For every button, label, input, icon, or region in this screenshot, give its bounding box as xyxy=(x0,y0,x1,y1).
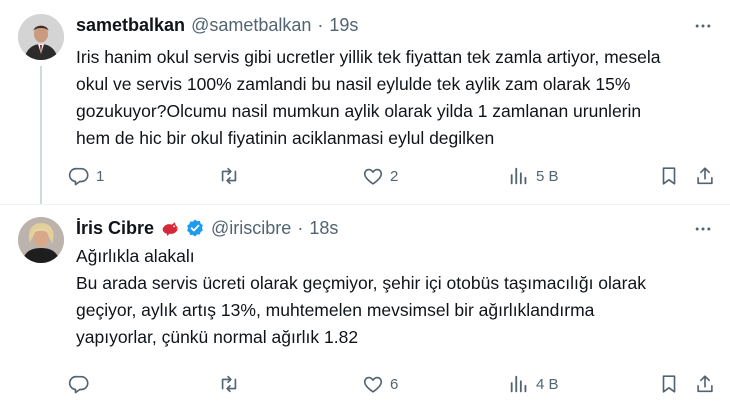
tweet-text-line: geçiyor, aylık artış 13%, muhtemelen mev… xyxy=(76,300,595,320)
handle[interactable]: @iriscibre xyxy=(211,218,291,239)
reply-button[interactable]: 1 xyxy=(68,160,104,192)
tweet-text-line: Iris hanim okul servis gibi ucretler yil… xyxy=(76,47,661,67)
timestamp[interactable]: 19s xyxy=(329,15,358,36)
bookmark-button[interactable] xyxy=(658,160,680,192)
reply-icon xyxy=(68,167,89,186)
more-icon[interactable] xyxy=(690,219,716,239)
tweet-text-line: Bu arada servis ücreti olarak geçmiyor, … xyxy=(76,273,646,293)
tweet-sametbalkan[interactable]: sametbalkan @sametbalkan · 19s Iris hani… xyxy=(0,0,730,205)
retweet-button[interactable] xyxy=(218,160,246,192)
views-icon xyxy=(510,167,527,185)
thread-connector xyxy=(40,66,42,205)
bookmark-icon xyxy=(662,167,676,185)
views-icon xyxy=(510,375,527,393)
like-button[interactable]: 6 xyxy=(362,368,398,400)
timestamp[interactable]: 18s xyxy=(309,218,338,239)
tweet-header: sametbalkan @sametbalkan · 19s xyxy=(76,14,358,36)
retweet-icon xyxy=(221,167,237,185)
tweet-text: Ağırlıkla alakalı Bu arada servis ücreti… xyxy=(76,243,726,351)
tweet-iriscibre[interactable]: İris Cibre @iriscibre · 18s Ağırlıkla al… xyxy=(0,205,730,420)
separator-dot: · xyxy=(297,217,304,238)
more-icon[interactable] xyxy=(690,16,716,36)
views-button[interactable]: 5 B xyxy=(508,160,559,192)
tweet-text-line: gozukuyor?Olcumu nasil mumkun aylik olar… xyxy=(76,101,642,121)
share-button[interactable] xyxy=(694,160,716,192)
tweet-text-line: yapıyorlar, çünkü normal ağırlık 1.82 xyxy=(76,327,359,347)
tweet-text: Iris hanim okul servis gibi ucretler yil… xyxy=(76,44,726,152)
bookmark-icon xyxy=(662,375,676,393)
views-count: 4 B xyxy=(536,375,559,393)
share-button[interactable] xyxy=(694,368,716,400)
views-button[interactable]: 4 B xyxy=(508,368,559,400)
avatar-sametbalkan[interactable] xyxy=(18,14,64,60)
share-icon xyxy=(697,375,713,393)
display-name[interactable]: İris Cibre xyxy=(76,218,154,239)
retweet-icon xyxy=(221,375,237,393)
bird-emoji-icon xyxy=(160,219,180,237)
reply-count: 1 xyxy=(96,167,105,185)
heart-icon xyxy=(363,376,383,393)
tweet-text-line: hem de hic bir okul fiyatinin aciklanmas… xyxy=(76,128,495,148)
action-bar: 1 2 5 B xyxy=(68,160,728,192)
share-icon xyxy=(697,167,713,185)
handle[interactable]: @sametbalkan xyxy=(191,15,311,36)
verified-badge-icon[interactable] xyxy=(185,218,205,238)
tweet-text-line: okul ve servis 100% zamlandi bu nasil ey… xyxy=(76,74,631,94)
tweet-text-line: Ağırlıkla alakalı xyxy=(76,246,195,266)
action-bar: 6 4 B xyxy=(68,368,728,400)
bookmark-button[interactable] xyxy=(658,368,680,400)
reply-icon xyxy=(68,375,89,394)
avatar-iriscibre[interactable] xyxy=(18,217,64,263)
display-name[interactable]: sametbalkan xyxy=(76,15,185,36)
views-count: 5 B xyxy=(536,167,559,185)
tweet-header: İris Cibre @iriscibre · 18s xyxy=(76,217,338,239)
like-count: 2 xyxy=(390,167,399,185)
retweet-button[interactable] xyxy=(218,368,246,400)
reply-button[interactable] xyxy=(68,368,96,400)
separator-dot: · xyxy=(317,14,324,35)
heart-icon xyxy=(363,168,383,185)
like-count: 6 xyxy=(390,375,399,393)
like-button[interactable]: 2 xyxy=(362,160,398,192)
